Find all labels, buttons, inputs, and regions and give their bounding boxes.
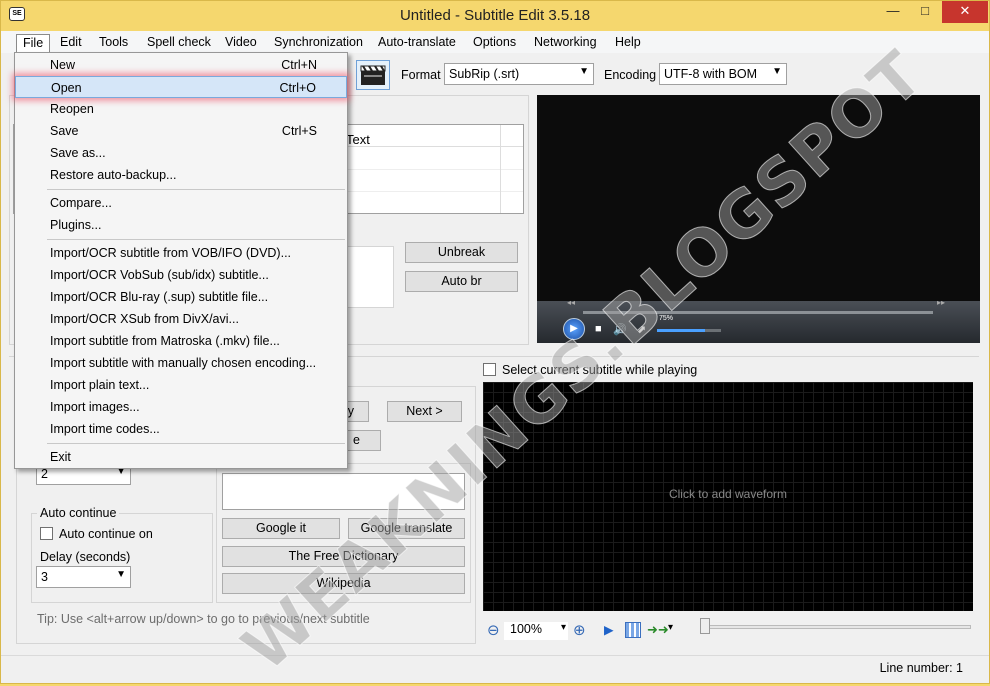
fast-forward-icon[interactable]: ▸▸	[937, 298, 945, 307]
waveform-position-track[interactable]	[701, 625, 971, 629]
tip-text: Tip: Use <alt+arrow up/down> to go to pr…	[37, 612, 370, 626]
menu-bar: File Edit Tools Spell check Video Synchr…	[1, 31, 989, 53]
menu-separator	[47, 239, 345, 240]
waveform-placeholder: Click to add waveform	[668, 487, 788, 501]
chevron-down-icon: ▾	[560, 622, 566, 633]
zoom-value: 100%	[510, 622, 542, 636]
zoom-in-icon[interactable]: ⊕	[573, 621, 586, 639]
menu-item-import-time-codes[interactable]: Import time codes...	[15, 418, 347, 440]
zoom-select[interactable]: 100% ▾	[504, 622, 568, 640]
delay-select[interactable]: 3 ▼	[36, 566, 131, 588]
close-button[interactable]: ✕	[942, 1, 988, 23]
format-select[interactable]: SubRip (.srt) ▼	[444, 63, 594, 85]
title-bar: SE Untitled - Subtitle Edit 3.5.18 — □ ✕	[1, 1, 989, 31]
open-video-button[interactable]	[356, 60, 390, 90]
menu-item-import-bluray[interactable]: Import/OCR Blu-ray (.sup) subtitle file.…	[15, 286, 347, 308]
select-current-label: Select current subtitle while playing	[502, 363, 698, 377]
google-it-button[interactable]: Google it	[222, 518, 340, 539]
menu-video[interactable]: Video	[219, 34, 263, 52]
menu-networking[interactable]: Networking	[528, 34, 603, 52]
menu-options[interactable]: Options	[467, 34, 522, 52]
google-translate-button[interactable]: Google translate	[348, 518, 465, 539]
encoding-value: UTF-8 with BOM	[664, 67, 758, 81]
line-number: Line number: 1	[879, 661, 963, 675]
auto-continue-label: Auto continue on	[59, 527, 153, 541]
menu-item-import-vobsub[interactable]: Import/OCR VobSub (sub/idx) subtitle...	[15, 264, 347, 286]
menu-item-compare[interactable]: Compare...	[15, 192, 347, 214]
volume-percent: 75%	[659, 315, 674, 322]
next-button[interactable]: Next >	[387, 401, 462, 422]
play-icon[interactable]: ▶	[604, 622, 614, 637]
auto-continue-checkbox[interactable]	[40, 527, 53, 540]
video-controls: ◂◂ ▸▸ ▶ ■ 🔊 ⬈ 75%	[537, 298, 980, 343]
free-dictionary-button[interactable]: The Free Dictionary	[222, 546, 465, 567]
chevron-down-icon: ▼	[116, 569, 126, 580]
encoding-select[interactable]: UTF-8 with BOM ▼	[659, 63, 787, 85]
menu-item-import-vob[interactable]: Import/OCR subtitle from VOB/IFO (DVD)..…	[15, 242, 347, 264]
fullscreen-icon[interactable]: ⬈	[637, 323, 646, 336]
search-text-box[interactable]	[222, 473, 465, 510]
chevron-down-icon[interactable]: ▾	[668, 622, 673, 633]
menu-auto-translate[interactable]: Auto-translate	[372, 34, 462, 52]
menu-help[interactable]: Help	[609, 34, 647, 52]
clapperboard-icon	[360, 65, 386, 85]
menu-item-save[interactable]: Save Ctrl+S	[15, 120, 347, 142]
menu-separator	[47, 443, 345, 444]
menu-item-import-mkv[interactable]: Import subtitle from Matroska (.mkv) fil…	[15, 330, 347, 352]
menu-tools[interactable]: Tools	[93, 34, 134, 52]
menu-separator	[47, 189, 345, 190]
waveform-panel[interactable]: Click to add waveform	[483, 382, 973, 611]
menu-item-open[interactable]: Open Ctrl+O	[15, 76, 347, 98]
minimize-button[interactable]: —	[879, 1, 907, 23]
grid-view-icon[interactable]	[625, 622, 641, 638]
stop-icon[interactable]: ■	[595, 323, 602, 335]
format-value: SubRip (.srt)	[449, 67, 520, 81]
window-title: Untitled - Subtitle Edit 3.5.18	[399, 7, 591, 24]
grid-header-text: Text	[346, 132, 370, 147]
unbreak-button[interactable]: Unbreak	[405, 242, 518, 263]
rewind-icon[interactable]: ◂◂	[567, 298, 575, 307]
menu-item-import-plain-text[interactable]: Import plain text...	[15, 374, 347, 396]
menu-item-import-images[interactable]: Import images...	[15, 396, 347, 418]
menu-item-new[interactable]: New Ctrl+N	[15, 54, 347, 76]
volume-fill	[657, 329, 705, 332]
file-menu-dropdown: New Ctrl+N Open Ctrl+O Reopen Save Ctrl+…	[14, 52, 348, 469]
auto-br-button[interactable]: Auto br	[405, 271, 518, 292]
chevron-down-icon: ▼	[579, 66, 589, 77]
menu-item-exit[interactable]: Exit	[15, 446, 347, 468]
menu-edit[interactable]: Edit	[54, 34, 88, 52]
play-button[interactable]: ▶	[563, 318, 585, 340]
arrows-right-icon[interactable]: ➜➜	[647, 622, 669, 638]
top-value: 2	[41, 467, 48, 481]
format-label: Format	[401, 68, 441, 82]
auto-continue-title: Auto continue	[37, 506, 120, 520]
video-player[interactable]: ◂◂ ▸▸ ▶ ■ 🔊 ⬈ 75%	[537, 95, 980, 343]
menu-item-import-xsub[interactable]: Import/OCR XSub from DivX/avi...	[15, 308, 347, 330]
menu-item-reopen[interactable]: Reopen	[15, 98, 347, 120]
delay-label: Delay (seconds)	[40, 550, 131, 564]
menu-item-restore-backup[interactable]: Restore auto-backup...	[15, 164, 347, 186]
zoom-out-icon[interactable]: ⊖	[487, 621, 500, 639]
menu-spell-check[interactable]: Spell check	[141, 34, 217, 52]
maximize-button[interactable]: □	[911, 1, 939, 23]
menu-item-plugins[interactable]: Plugins...	[15, 214, 347, 236]
wikipedia-button[interactable]: Wikipedia	[222, 573, 465, 594]
delay-value: 3	[41, 570, 48, 584]
app-window: SE Untitled - Subtitle Edit 3.5.18 — □ ✕…	[0, 0, 990, 686]
menu-synchronization[interactable]: Synchronization	[268, 34, 369, 52]
speaker-icon[interactable]: 🔊	[613, 323, 627, 336]
select-current-checkbox[interactable]	[483, 363, 496, 376]
menu-item-import-encoding[interactable]: Import subtitle with manually chosen enc…	[15, 352, 347, 374]
chevron-down-icon: ▼	[772, 66, 782, 77]
waveform-position-thumb[interactable]	[700, 618, 710, 634]
volume-slider[interactable]	[657, 329, 721, 332]
menu-item-save-as[interactable]: Save as...	[15, 142, 347, 164]
status-bar: Line number: 1	[1, 655, 989, 683]
encoding-label: Encoding	[604, 68, 657, 82]
seek-bar[interactable]	[583, 311, 933, 314]
menu-file[interactable]: File	[16, 34, 51, 52]
